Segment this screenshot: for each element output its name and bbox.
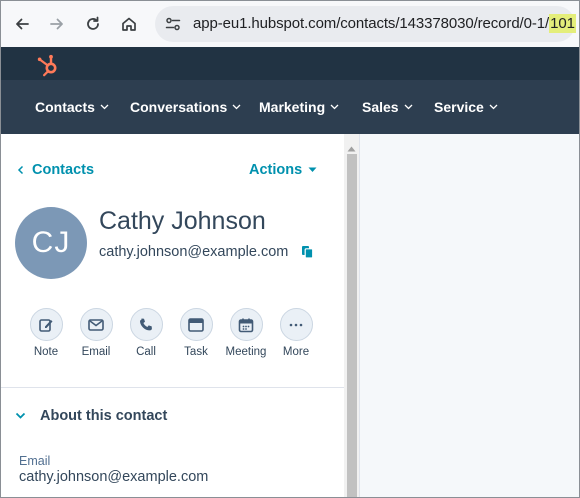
meeting-button[interactable]: Meeting	[221, 308, 271, 358]
home-icon[interactable]	[117, 12, 141, 36]
nav-marketing-label: Marketing	[259, 99, 326, 115]
about-section-toggle[interactable]: About this contact	[15, 408, 167, 424]
note-circle[interactable]	[29, 308, 63, 341]
more-button[interactable]: More	[271, 308, 321, 358]
task-label: Task	[184, 346, 208, 358]
scrollbar-thumb[interactable]	[347, 154, 357, 497]
more-circle[interactable]	[279, 308, 313, 341]
actions-dropdown[interactable]: Actions	[249, 162, 317, 178]
nav-sales[interactable]: Sales	[362, 99, 413, 115]
record-main-area	[359, 134, 579, 497]
browser-window: app-eu1.hubspot.com/contacts/143378030/r…	[0, 0, 580, 498]
url-highlighted-id: 101	[549, 14, 576, 33]
contact-email: cathy.johnson@example.com	[99, 244, 289, 260]
url-path: app-eu1.hubspot.com/contacts/143378030/r…	[193, 15, 550, 32]
nav-service[interactable]: Service	[434, 99, 498, 115]
url-text[interactable]: app-eu1.hubspot.com/contacts/143378030/r…	[193, 14, 576, 33]
email-circle[interactable]	[79, 308, 113, 341]
avatar: CJ	[15, 207, 87, 279]
chevron-down-icon	[232, 104, 241, 110]
note-label: Note	[33, 346, 59, 358]
nav-service-label: Service	[434, 99, 484, 115]
phone-icon	[140, 318, 152, 330]
contact-name[interactable]: Cathy Johnson	[99, 207, 266, 236]
record-sidebar: Contacts Actions CJ Cathy Johnson cathy.…	[1, 134, 344, 497]
about-section-title: About this contact	[40, 408, 168, 424]
chevron-down-icon	[100, 104, 109, 110]
nav-sales-label: Sales	[362, 99, 399, 115]
email-label: Email	[81, 346, 111, 358]
call-circle[interactable]	[129, 308, 163, 341]
section-divider	[1, 387, 344, 388]
address-bar[interactable]: app-eu1.hubspot.com/contacts/143378030/r…	[155, 6, 576, 42]
task-icon	[188, 317, 204, 332]
chevron-left-icon	[17, 165, 24, 175]
nav-conversations-label: Conversations	[130, 99, 228, 115]
back-arrow-icon[interactable]	[10, 12, 34, 36]
calendar-icon	[238, 318, 254, 332]
note-button[interactable]: Note	[21, 308, 71, 358]
nav-contacts[interactable]: Contacts	[35, 99, 109, 115]
caret-down-icon	[308, 167, 317, 172]
task-circle[interactable]	[179, 308, 213, 341]
email-field-label: Email	[19, 454, 51, 468]
call-label: Call	[136, 346, 156, 358]
chevron-down-icon	[404, 104, 413, 110]
hubspot-logo-icon[interactable]	[35, 52, 61, 83]
copy-icon[interactable]	[301, 245, 314, 264]
more-icon	[289, 323, 303, 326]
nav-conversations[interactable]: Conversations	[130, 99, 241, 115]
meeting-circle[interactable]	[229, 308, 263, 341]
email-button[interactable]: Email	[71, 308, 121, 358]
actions-label: Actions	[249, 162, 303, 178]
back-link-label: Contacts	[32, 162, 95, 178]
avatar-initials: CJ	[31, 226, 71, 259]
forward-arrow-icon[interactable]	[45, 12, 69, 36]
chevron-down-icon	[15, 412, 26, 419]
task-button[interactable]: Task	[171, 308, 221, 358]
nav-contacts-label: Contacts	[35, 99, 95, 115]
edit-icon	[39, 318, 53, 332]
meeting-label: Meeting	[225, 346, 267, 358]
chevron-down-icon	[489, 104, 498, 110]
email-field-value[interactable]: cathy.johnson@example.com	[19, 469, 208, 485]
envelope-icon	[88, 318, 104, 331]
nav-marketing[interactable]: Marketing	[259, 99, 339, 115]
main-navigation: Contacts Conversations Marketing Sales S…	[1, 80, 579, 134]
site-settings-icon[interactable]	[165, 16, 181, 37]
reload-icon[interactable]	[81, 12, 105, 36]
back-to-contacts-link[interactable]: Contacts	[17, 162, 94, 178]
hubspot-topbar	[1, 47, 579, 80]
call-button[interactable]: Call	[121, 308, 171, 358]
browser-toolbar: app-eu1.hubspot.com/contacts/143378030/r…	[1, 1, 579, 47]
chevron-down-icon	[330, 104, 339, 110]
more-label: More	[282, 346, 310, 358]
